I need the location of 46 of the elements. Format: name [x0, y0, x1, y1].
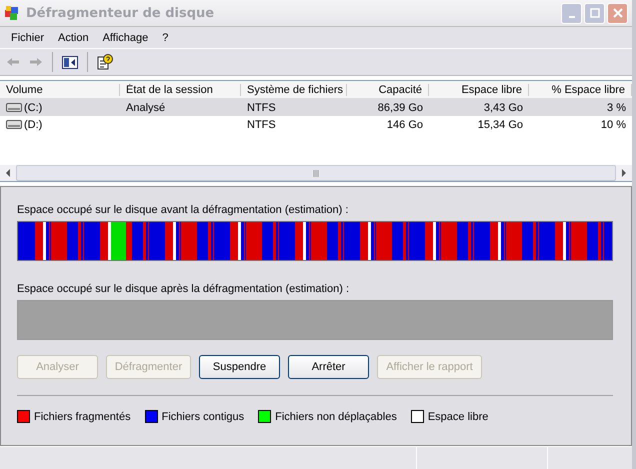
section-label: Espace occupé sur le disque après la défragmentation (estimation) : [17, 283, 350, 297]
action-button[interactable]: Suspendre [199, 355, 280, 379]
table-cell: 15,34 Go [478, 118, 523, 130]
maximize-button[interactable] [584, 2, 605, 24]
forward-arrow-icon[interactable] [29, 57, 43, 67]
drive-icon [6, 120, 22, 129]
table-cell: 10 % [600, 118, 626, 130]
column-header[interactable]: % Espace libre [529, 84, 632, 96]
table-cell: (D:) [24, 118, 42, 130]
table-cell: 3,43 Go [484, 102, 523, 114]
volume-row[interactable]: (C:) Analysé NTFS 86,39 Go 3,43 Go 3 % [0, 99, 632, 116]
defrag-app-icon [4, 5, 20, 21]
column-header[interactable]: Capacité [347, 84, 429, 96]
column-header[interactable]: Volume [0, 84, 120, 96]
column-header[interactable]: Système de fichiers [241, 84, 347, 96]
legend-label: Fichiers contigus [162, 410, 244, 422]
column-header[interactable]: Espace libre [429, 84, 529, 96]
table-cell: 3 % [607, 102, 626, 114]
table-cell: 146 Go [386, 118, 423, 130]
action-button[interactable]: Arrêter [288, 355, 369, 379]
grip-icon [312, 170, 320, 176]
legend-label: Fichiers non déplaçables [275, 410, 397, 422]
window-title: Défragmenteur de disque [26, 6, 216, 20]
menu-item[interactable]: ? [155, 32, 176, 44]
panel-toggle-icon[interactable] [62, 56, 78, 68]
table-cell: NTFS [247, 102, 276, 114]
minimize-icon [568, 16, 574, 18]
legend-label: Espace libre [428, 410, 488, 422]
volume-row[interactable]: (D:) NTFS 146 Go 15,34 Go 10 % [0, 116, 632, 133]
menu-item[interactable]: Affichage [96, 32, 156, 44]
table-cell: Analysé [126, 102, 166, 114]
drive-icon [6, 103, 22, 112]
maximize-icon [590, 8, 600, 18]
horizontal-scrollbar[interactable] [0, 165, 632, 181]
minimize-button[interactable] [561, 2, 582, 24]
table-cell: (C:) [24, 102, 42, 114]
table-cell: NTFS [247, 118, 276, 130]
section-label: Espace occupé sur le disque avant la défragmentation (estimation) : [17, 204, 350, 218]
menu-item[interactable]: Action [51, 32, 96, 44]
close-button[interactable] [607, 2, 628, 24]
table-cell: 86,39 Go [378, 102, 423, 114]
menu-item[interactable]: Fichier [4, 32, 52, 44]
help-properties-icon[interactable] [97, 54, 113, 70]
back-arrow-icon[interactable] [6, 57, 20, 67]
legend-label: Fichiers fragmentés [34, 410, 131, 422]
close-icon [612, 8, 622, 18]
